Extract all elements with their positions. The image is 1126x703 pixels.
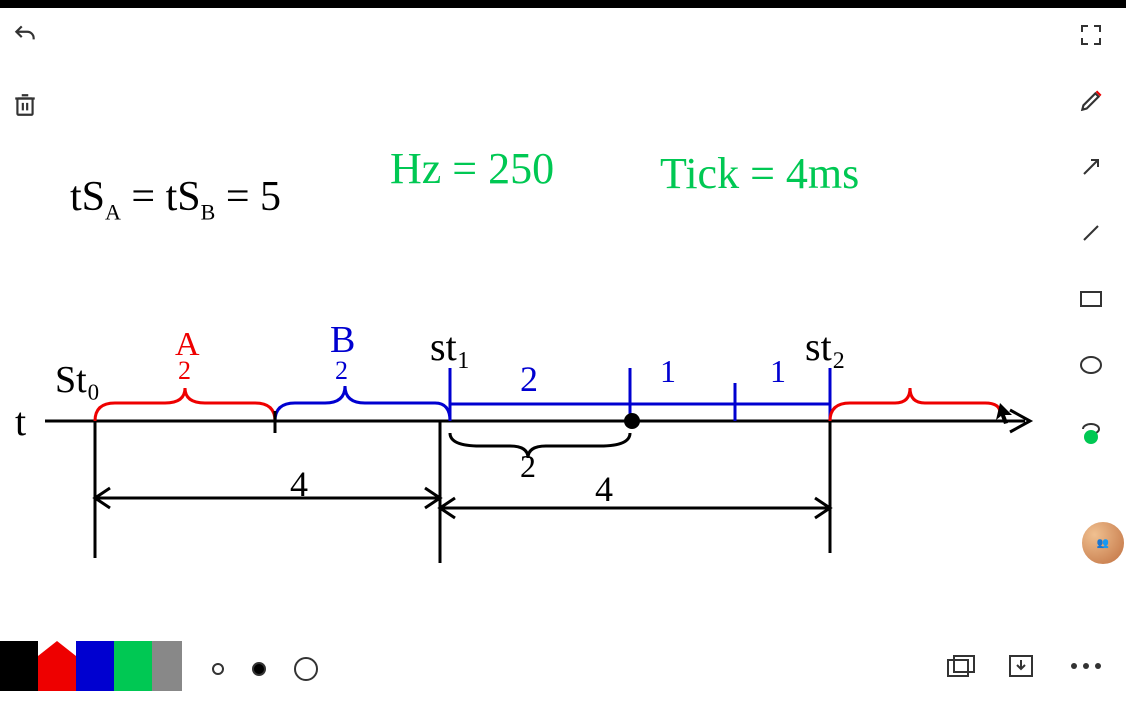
undo-button[interactable] [10,20,40,50]
ellipse-tool-button[interactable] [1076,350,1106,380]
download-button[interactable] [1006,651,1036,681]
line-icon [1079,221,1103,245]
ellipse-icon [1079,355,1103,375]
undo-icon [12,22,38,48]
whiteboard-canvas[interactable]: tSA = tSB = 5 Hz = 250 Tick = 4ms St₀ A … [0,8,1126,618]
rect-tool-button[interactable] [1076,284,1106,314]
rect-icon [1079,290,1103,308]
color-green[interactable] [114,641,152,691]
arrow-icon [1079,155,1103,179]
line-tool-button[interactable] [1076,218,1106,248]
trash-icon [12,91,38,119]
trash-button[interactable] [10,90,40,120]
expand-button[interactable] [1076,20,1106,50]
color-palette [0,631,182,691]
more-button[interactable] [1066,651,1106,681]
download-icon [1007,653,1035,679]
color-blue[interactable] [76,641,114,691]
pen-button[interactable] [1076,86,1106,116]
expand-icon [1079,23,1103,47]
brush-size-small[interactable] [212,663,224,675]
brush-size-medium[interactable] [252,662,266,676]
user-avatar[interactable]: 👥 [1080,520,1126,566]
drawing-strokes [0,8,1126,618]
windows-button[interactable] [946,651,976,681]
brush-sizes [212,657,318,681]
more-icon [1068,661,1104,671]
arrow-tool-button[interactable] [1076,152,1106,182]
brush-size-large[interactable] [294,657,318,681]
color-red[interactable] [38,641,76,691]
windows-icon [946,654,976,678]
bottom-toolbar [0,628,1126,703]
color-eraser[interactable] [152,641,182,691]
color-black[interactable] [0,641,38,691]
status-dot [1084,430,1098,444]
pen-icon [1078,88,1104,114]
